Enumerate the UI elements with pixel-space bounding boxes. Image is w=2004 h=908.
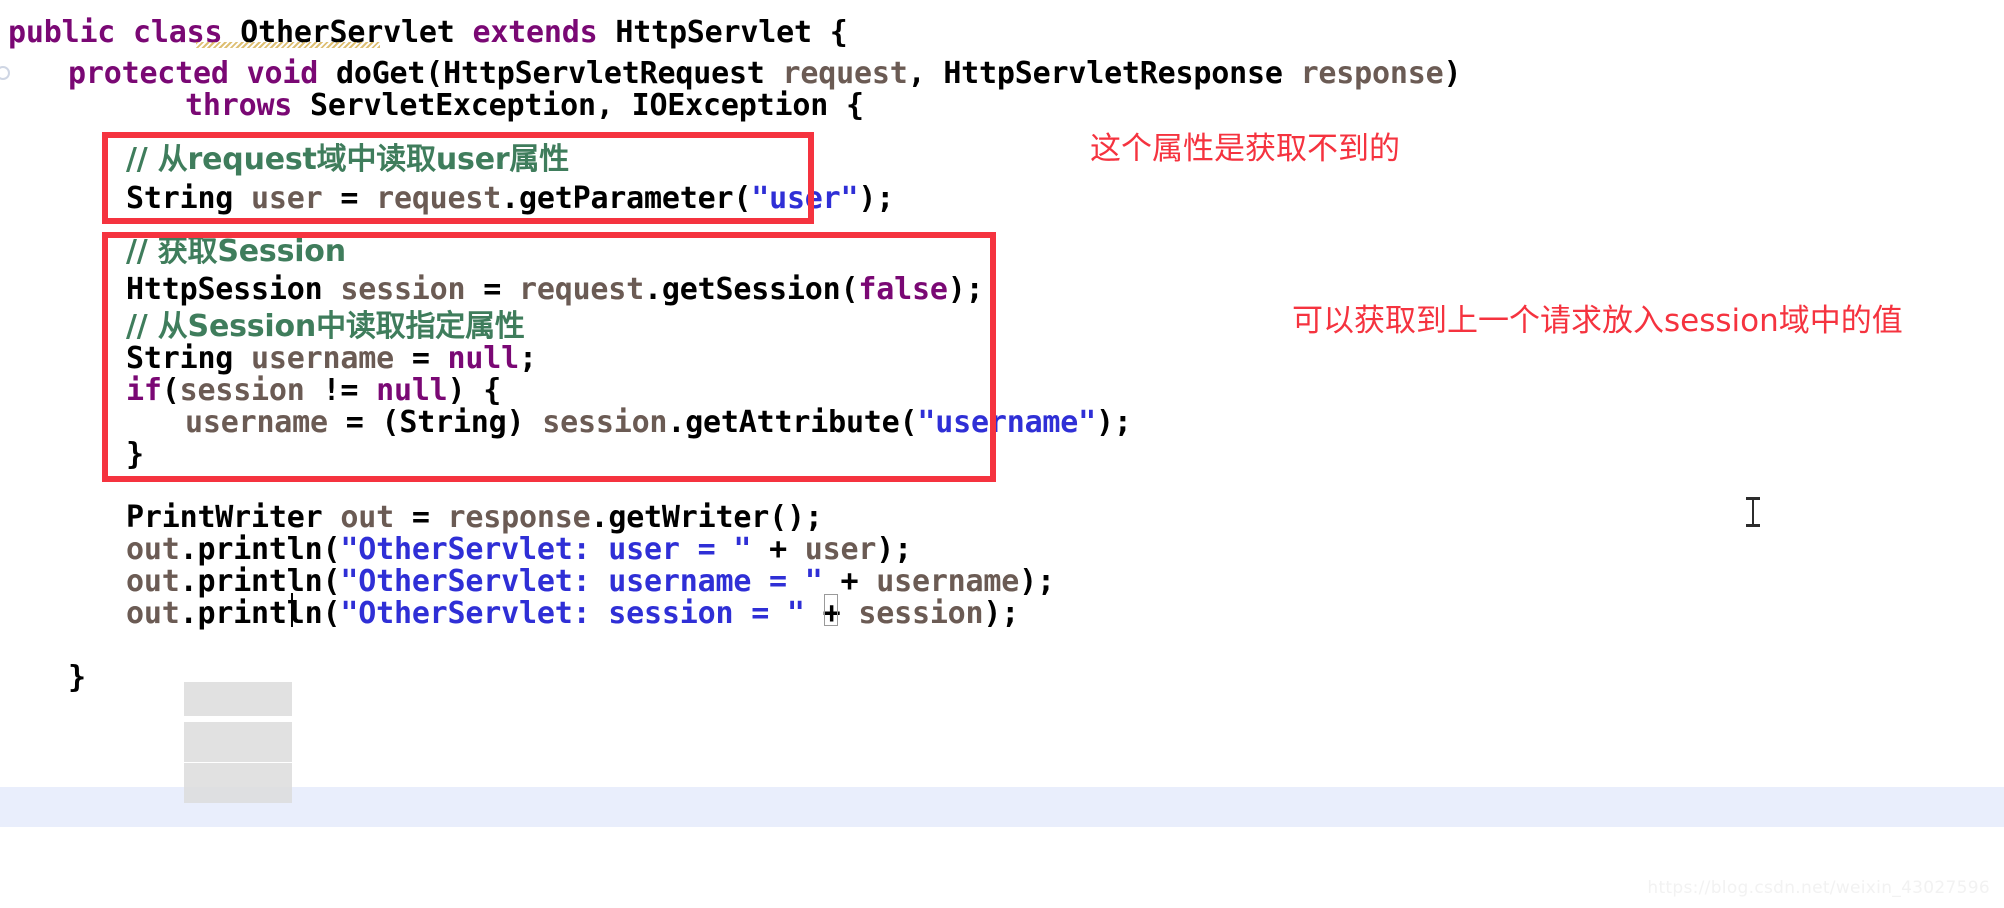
string-session-line: "OtherServlet: session = " xyxy=(340,596,805,631)
class-name-httpservlet: HttpServlet xyxy=(615,15,812,50)
mouse-ibeam-cursor xyxy=(1746,497,1760,527)
annotation-text-session-attr: 可以获取到上一个请求放入session域中的值 xyxy=(1292,303,1903,339)
watermark-url: https://blog.csdn.net/weixin_43027596 xyxy=(1647,878,1990,898)
keyword-extends: extends xyxy=(472,15,598,50)
dot: . xyxy=(179,596,198,631)
annotation-box-request-attr xyxy=(102,132,814,224)
paren-open: ( xyxy=(322,596,341,631)
code-editor[interactable]: public class OtherServlet extends HttpSe… xyxy=(0,0,2004,908)
brace-open: { xyxy=(829,15,848,50)
comma: , xyxy=(907,56,944,91)
keyword-throws: throws xyxy=(185,88,293,123)
line-tail: ); xyxy=(1096,405,1132,440)
keyword-public: public xyxy=(8,15,116,50)
code-line-19[interactable]: out.println("OtherServlet: session = " +… xyxy=(126,593,1019,634)
exception-ioexception: IOException xyxy=(631,88,829,123)
brace-close: } xyxy=(68,660,86,695)
occurrence-highlight xyxy=(184,682,292,716)
matching-bracket-highlight xyxy=(824,594,838,626)
line-tail: ); xyxy=(983,596,1020,631)
var-session: session xyxy=(858,596,984,631)
occurrence-highlight xyxy=(184,722,292,762)
param-response: response xyxy=(1300,56,1444,91)
paren-close: ) xyxy=(1443,56,1462,91)
comma: , xyxy=(595,88,632,123)
exception-servletexception: ServletException xyxy=(310,88,596,123)
occurrence-highlight xyxy=(184,763,292,803)
line-tail: ); xyxy=(858,181,895,216)
gutter-marker-icon xyxy=(0,66,10,80)
code-line-3[interactable]: throws ServletException, IOException { xyxy=(185,85,864,126)
code-line-21[interactable]: } xyxy=(68,657,86,698)
current-line-highlight xyxy=(0,787,2004,827)
annotation-box-session-attr xyxy=(102,232,996,482)
brace-open: { xyxy=(845,88,864,123)
obj-out: out xyxy=(126,596,180,631)
line-tail: ); xyxy=(1019,564,1055,599)
annotation-text-request-attr: 这个属性是获取不到的 xyxy=(1090,131,1400,167)
type-httpservletresponse: HttpServletResponse xyxy=(943,56,1283,91)
call-println: println xyxy=(197,596,323,631)
text-caret xyxy=(291,593,293,627)
code-line-1[interactable]: public class OtherServlet extends HttpSe… xyxy=(8,12,848,53)
warning-squiggle xyxy=(196,42,380,48)
